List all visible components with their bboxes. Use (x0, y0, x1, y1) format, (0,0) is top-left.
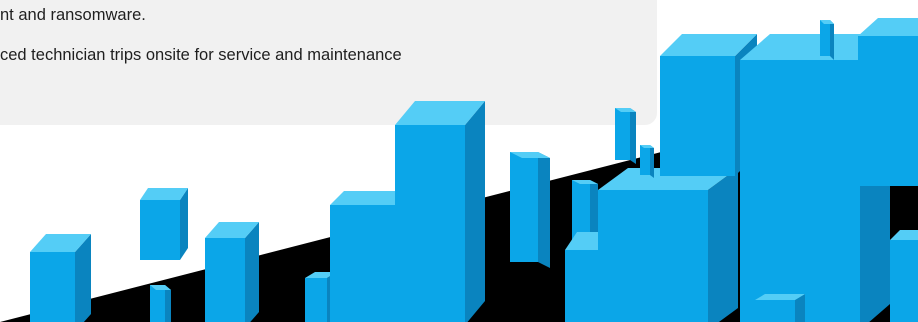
city-block (615, 108, 636, 164)
city-block (395, 101, 485, 322)
city-block (890, 230, 918, 322)
city-block (510, 152, 550, 268)
city-block (140, 188, 188, 260)
isometric-city-illustration (0, 18, 918, 322)
city-block (205, 222, 259, 322)
city-block (150, 285, 171, 322)
city-block (598, 168, 738, 322)
city-block (30, 234, 91, 322)
city-block (820, 20, 834, 60)
city-block (755, 294, 805, 322)
city-block (858, 18, 918, 186)
city-block (640, 145, 654, 178)
